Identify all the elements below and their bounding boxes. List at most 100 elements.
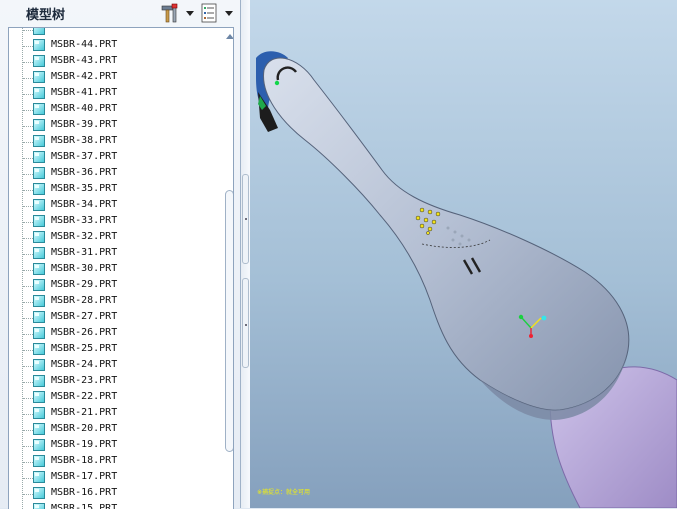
tree-item[interactable]: MSBR-27.PRT <box>9 310 214 326</box>
tree-item[interactable]: MSBR-24.PRT <box>9 358 214 374</box>
part-file-icon <box>33 375 45 387</box>
tree-connector <box>23 318 33 319</box>
tree-item[interactable]: MSBR-20.PRT <box>9 422 214 438</box>
tree-item[interactable]: MSBR-43.PRT <box>9 54 214 70</box>
tree-connector <box>23 286 33 287</box>
tree-connector <box>23 190 33 191</box>
tree-item[interactable]: MSBR-42.PRT <box>9 70 214 86</box>
tree-connector <box>23 110 33 111</box>
tree-item[interactable]: MSBR-44.PRT <box>9 38 214 54</box>
tree-connector <box>23 222 33 223</box>
part-file-icon <box>33 263 45 275</box>
tree-item-label: MSBR-34.PRT <box>51 199 118 210</box>
panel-splitter[interactable] <box>241 0 250 508</box>
tree-connector <box>23 414 33 415</box>
tree-item[interactable]: MSBR-29.PRT <box>9 278 214 294</box>
tree-item[interactable]: MSBR-31.PRT <box>9 246 214 262</box>
part-file-icon <box>33 71 45 83</box>
tree-item-label: MSBR-16.PRT <box>51 487 118 498</box>
model-tree[interactable]: MSBR-44.PRT MSBR-43.PRT MSBR-42.PRT MSBR-41… <box>8 27 234 509</box>
tree-item[interactable]: MSBR-34.PRT <box>9 198 214 214</box>
scroll-thumb[interactable] <box>225 190 233 452</box>
tree-connector <box>23 126 33 127</box>
part-file-icon <box>33 407 45 419</box>
part-file-icon <box>33 423 45 435</box>
chevron-down-icon <box>186 11 194 16</box>
tree-item[interactable]: MSBR-28.PRT <box>9 294 214 310</box>
part-file-icon <box>33 295 45 307</box>
part-file-icon <box>33 439 45 451</box>
tree-connector <box>23 430 33 431</box>
splitter-grip[interactable] <box>242 278 249 368</box>
tree-item[interactable]: MSBR-22.PRT <box>9 390 214 406</box>
tree-item[interactable]: MSBR-19.PRT <box>9 438 214 454</box>
tree-item-label: MSBR-44.PRT <box>51 39 118 50</box>
part-file-icon <box>33 103 45 115</box>
tree-item[interactable]: MSBR-38.PRT <box>9 134 214 150</box>
tree-connector <box>23 30 33 31</box>
tree-connector <box>23 270 33 271</box>
tree-connector <box>23 206 33 207</box>
tree-item[interactable]: MSBR-23.PRT <box>9 374 214 390</box>
part-file-icon <box>33 279 45 291</box>
tree-connector <box>23 78 33 79</box>
tree-item[interactable]: MSBR-41.PRT <box>9 86 214 102</box>
part-file-icon <box>33 215 45 227</box>
tree-item[interactable] <box>9 28 214 38</box>
part-file-icon <box>33 151 45 163</box>
tree-item-label: MSBR-41.PRT <box>51 87 118 98</box>
tree-item[interactable]: MSBR-36.PRT <box>9 166 214 182</box>
tree-item[interactable]: MSBR-32.PRT <box>9 230 214 246</box>
tree-item[interactable]: MSBR-33.PRT <box>9 214 214 230</box>
part-file-icon <box>33 55 45 67</box>
tree-connector <box>23 46 33 47</box>
part-file-icon <box>33 183 45 195</box>
tree-item-label: MSBR-36.PRT <box>51 167 118 178</box>
tree-item-label: MSBR-18.PRT <box>51 455 118 466</box>
part-file-icon <box>33 167 45 179</box>
scroll-up-arrow-icon[interactable] <box>226 34 233 39</box>
tree-connector <box>23 446 33 447</box>
tree-settings-button[interactable] <box>160 3 194 23</box>
part-file-icon <box>33 455 45 467</box>
tree-item[interactable]: MSBR-30.PRT <box>9 262 214 278</box>
tree-item-label: MSBR-21.PRT <box>51 407 118 418</box>
part-file-icon <box>33 311 45 323</box>
part-file-icon <box>33 343 45 355</box>
model-tree-panel: 模型树 MSBR-44.PRT MSBR-43.PRT MSBR-42.PRT … <box>0 0 241 509</box>
tree-item-label: MSBR-26.PRT <box>51 327 118 338</box>
tree-item[interactable]: MSBR-26.PRT <box>9 326 214 342</box>
tree-item[interactable]: MSBR-21.PRT <box>9 406 214 422</box>
tree-connector <box>23 334 33 335</box>
splitter-grip[interactable] <box>242 174 249 264</box>
tree-connector <box>23 382 33 383</box>
tree-item-label: MSBR-24.PRT <box>51 359 118 370</box>
tree-show-button[interactable] <box>199 3 233 23</box>
tree-item[interactable]: MSBR-40.PRT <box>9 102 214 118</box>
tree-connector <box>23 302 33 303</box>
part-file-icon <box>33 487 45 499</box>
part-file-icon <box>33 39 45 51</box>
tree-item-label: MSBR-37.PRT <box>51 151 118 162</box>
tree-item[interactable]: MSBR-35.PRT <box>9 182 214 198</box>
tree-item[interactable]: MSBR-37.PRT <box>9 150 214 166</box>
tree-item[interactable]: MSBR-16.PRT <box>9 486 214 502</box>
tree-item[interactable]: MSBR-17.PRT <box>9 470 214 486</box>
tree-item[interactable]: MSBR-18.PRT <box>9 454 214 470</box>
tree-item-label: MSBR-32.PRT <box>51 231 118 242</box>
chevron-down-icon <box>225 11 233 16</box>
tree-scrollbar[interactable] <box>223 28 233 509</box>
tree-connector <box>23 494 33 495</box>
model-tree-header: 模型树 <box>0 0 240 26</box>
part-file-icon <box>33 199 45 211</box>
tree-item-label: MSBR-38.PRT <box>51 135 118 146</box>
tree-item-label: MSBR-33.PRT <box>51 215 118 226</box>
tree-item[interactable]: MSBR-25.PRT <box>9 342 214 358</box>
graphics-viewport[interactable]: ※捕捉点：就全可用 <box>250 0 677 508</box>
tree-connector <box>23 94 33 95</box>
tree-connector <box>23 174 33 175</box>
tree-item[interactable]: MSBR-39.PRT <box>9 118 214 134</box>
tree-connector <box>23 366 33 367</box>
tree-connector <box>23 62 33 63</box>
tree-connector <box>23 142 33 143</box>
